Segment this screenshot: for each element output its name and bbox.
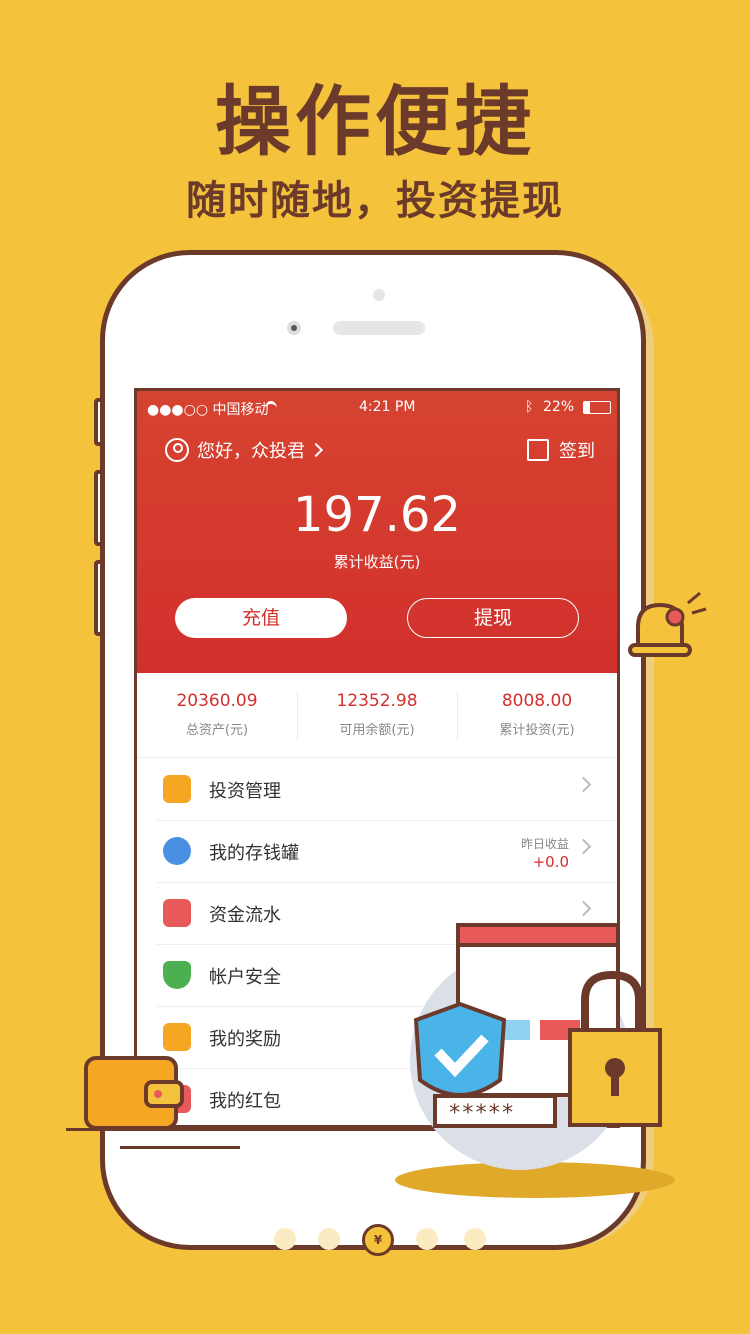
wallet-icon xyxy=(84,1056,184,1130)
menu-item-label: 投资管理 xyxy=(209,781,281,802)
wifi-icon xyxy=(265,401,277,416)
menu-item-label: 我的奖励 xyxy=(209,1029,281,1050)
menu-item-label: 我的存钱罐 xyxy=(209,843,299,864)
password-mask: ***** xyxy=(448,1101,514,1126)
ledger-icon xyxy=(163,899,191,927)
chart-icon xyxy=(163,775,191,803)
pager-dot[interactable] xyxy=(274,1228,296,1250)
menu-item-label: 资金流水 xyxy=(209,905,281,926)
battery-percent: 22% xyxy=(543,399,575,415)
stat-value: 8008.00 xyxy=(501,691,573,711)
bell-icon xyxy=(628,591,707,657)
phone-speaker xyxy=(333,321,425,335)
stat-total-investment: 8008.00 累计投资(元) xyxy=(457,691,617,738)
edit-icon xyxy=(527,439,549,461)
stat-value: 12352.98 xyxy=(336,691,418,711)
sign-in-label: 签到 xyxy=(559,441,595,462)
pager-dot-active[interactable]: ¥ xyxy=(362,1224,394,1256)
withdraw-button[interactable]: 提现 xyxy=(407,598,579,638)
chevron-right-icon xyxy=(575,776,592,793)
pager-dot[interactable] xyxy=(464,1228,486,1250)
greeting-text: 您好，众投君 xyxy=(197,441,305,462)
total-earnings-label: 累计收益(元) xyxy=(333,553,421,571)
stat-label: 可用余额(元) xyxy=(339,723,415,738)
stat-available-balance: 12352.98 可用余额(元) xyxy=(297,691,457,738)
menu-item-label: 帐户安全 xyxy=(209,967,281,988)
recharge-button[interactable]: 充值 xyxy=(175,598,347,638)
user-icon xyxy=(165,438,189,462)
pager-dot[interactable] xyxy=(318,1228,340,1250)
chevron-right-icon xyxy=(308,442,324,458)
carrier: ●●●○○ 中国移动 xyxy=(147,402,269,418)
gift-icon xyxy=(163,1023,191,1051)
stat-value: 20360.09 xyxy=(176,691,258,711)
piggy-bank-icon xyxy=(163,837,191,865)
battery-icon xyxy=(583,401,611,414)
menu-item-investment[interactable]: 投资管理 xyxy=(157,759,617,821)
headline: 操作便捷 xyxy=(215,77,535,166)
pager: ¥ xyxy=(0,1222,750,1256)
menu-item-piggy-bank[interactable]: 我的存钱罐 昨日收益 +0.0 xyxy=(157,821,617,883)
phone-sensor xyxy=(373,289,385,301)
pager-dot[interactable] xyxy=(416,1228,438,1250)
stat-label: 总资产(元) xyxy=(185,723,249,738)
yesterday-earnings-label: 昨日收益 xyxy=(520,837,569,851)
chevron-right-icon xyxy=(575,838,592,855)
security-illustration: ***** xyxy=(395,923,675,1198)
menu-item-label: 我的红包 xyxy=(209,1091,281,1112)
stat-label: 累计投资(元) xyxy=(499,723,575,738)
stat-total-assets: 20360.09 总资产(元) xyxy=(137,691,297,738)
account-stats: 20360.09 总资产(元) 12352.98 可用余额(元) 8008.00… xyxy=(137,673,617,758)
account-header: ●●●○○ 中国移动 4:21 PM 22% ᛒ 您好，众投君 签到 197.6… xyxy=(137,391,617,673)
clock: 4:21 PM xyxy=(359,399,416,415)
phone-camera xyxy=(287,321,301,335)
yesterday-earnings-value: +0.0 xyxy=(532,853,569,871)
sign-in-button[interactable]: 签到 xyxy=(527,437,595,463)
subline: 随时随地，投资提现 xyxy=(186,178,564,224)
ground-line xyxy=(120,1146,240,1149)
total-earnings: 197.62 xyxy=(293,487,461,543)
shield-icon xyxy=(163,961,191,989)
bluetooth-icon: ᛒ xyxy=(525,399,534,415)
greeting-link[interactable]: 您好，众投君 xyxy=(165,437,324,463)
